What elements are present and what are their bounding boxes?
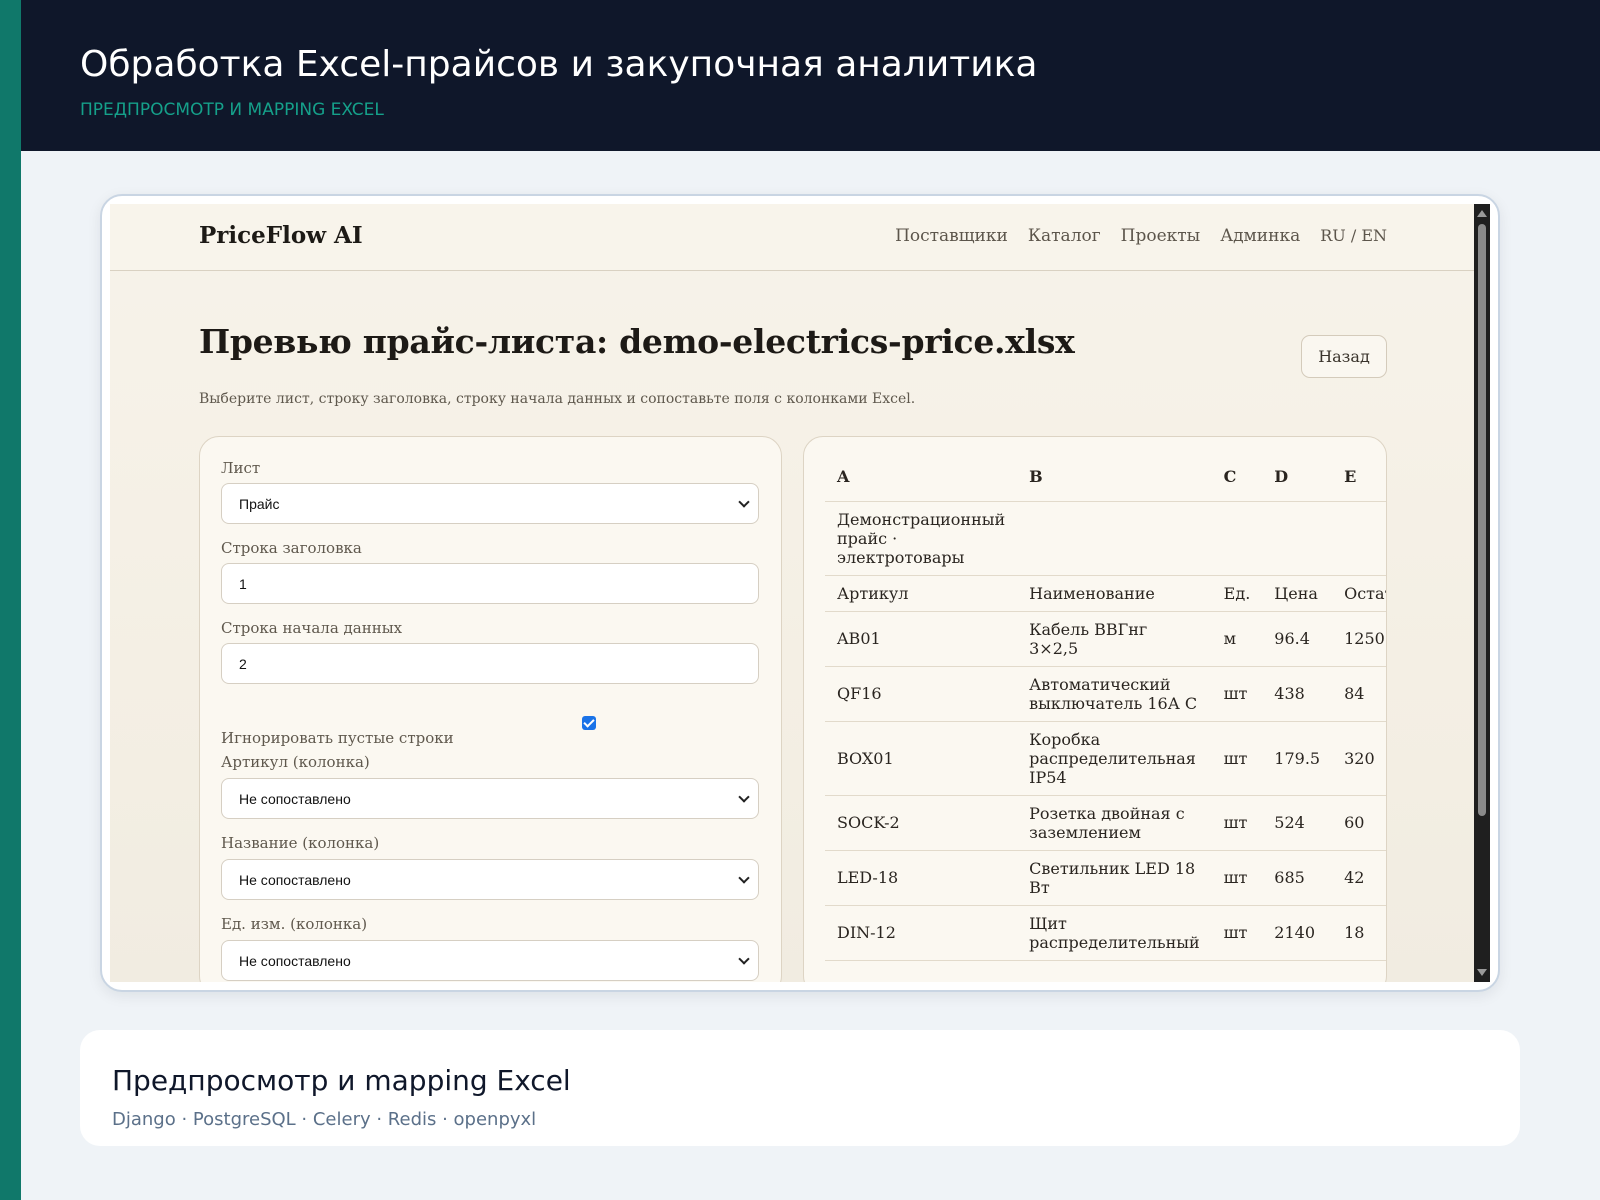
nav-catalog[interactable]: Каталог [1028, 226, 1101, 246]
ignore-empty-checkbox[interactable] [582, 716, 596, 730]
unit-column-label: Ед. изм. (колонка) [221, 915, 368, 933]
name-column-label: Название (колонка) [221, 834, 380, 852]
table-cell: LED-18 [825, 850, 1018, 906]
sheet-label: Лист [221, 459, 261, 477]
table-cell: SOCK-2 [825, 795, 1018, 851]
table-row: Демонстрационный прайс · электротовары [825, 501, 1386, 576]
table-cell: шт [1211, 721, 1263, 796]
table-row: SOCK-2 Розетка двойная с заземлением шт … [825, 795, 1386, 851]
table-cell: 84 [1332, 666, 1386, 722]
table-row: DIN-12 Щит распределительный шт 2140 18 [825, 905, 1386, 961]
column-header: B [1017, 453, 1212, 502]
table-row: AB01 Кабель ВВГнг 3×2,5 м 96.4 1250 [825, 611, 1386, 667]
scroll-up-arrow-icon[interactable] [1477, 210, 1487, 217]
table-cell: шт [1211, 666, 1263, 722]
table-cell [1211, 501, 1263, 576]
table-cell: DIN-12 [825, 905, 1018, 961]
top-banner: Обработка Excel-прайсов и закупочная ана… [21, 0, 1600, 151]
caption-title: Предпросмотр и mapping Excel [112, 1064, 571, 1097]
table-cell: 42 [1332, 850, 1386, 906]
screenshot-frame: PriceFlow AI Поставщики Каталог Проекты … [100, 194, 1500, 992]
table-cell: 320 [1332, 721, 1386, 796]
table-cell [1332, 501, 1386, 576]
ignore-empty-label: Игнорировать пустые строки [221, 729, 454, 747]
nav-suppliers[interactable]: Поставщики [895, 226, 1008, 246]
header-row-input[interactable]: 1 [221, 563, 759, 604]
table-cell [1017, 501, 1212, 576]
table-cell: Светильник LED 18 Вт [1017, 850, 1212, 906]
scroll-thumb[interactable] [1478, 224, 1486, 816]
sheet-select[interactable]: Прайс [221, 483, 759, 524]
caption-card: Предпросмотр и mapping Excel Django · Po… [80, 1030, 1520, 1146]
excel-preview-table: A B C D E Демонстрационный прайс · элект… [825, 453, 1386, 961]
language-switcher[interactable]: RU / EN [1320, 226, 1387, 246]
page-description: Выберите лист, строку заголовка, строку … [199, 391, 916, 407]
table-cell: шт [1211, 905, 1263, 961]
scroll-down-arrow-icon[interactable] [1477, 969, 1487, 976]
column-header: D [1262, 453, 1333, 502]
table-cell: Цена [1262, 575, 1333, 612]
table-cell: 1250 [1332, 611, 1386, 667]
table-cell: Щит распределительный [1017, 905, 1212, 961]
table-cell: Коробка распределительная IP54 [1017, 721, 1212, 796]
app-navbar: PriceFlow AI Поставщики Каталог Проекты … [110, 204, 1475, 271]
table-row: LED-18 Светильник LED 18 Вт шт 685 42 [825, 850, 1386, 906]
excel-preview-panel: A B C D E Демонстрационный прайс · элект… [803, 436, 1387, 982]
table-cell [1262, 501, 1333, 576]
table-cell: 438 [1262, 666, 1333, 722]
table-cell: Остаток [1332, 575, 1386, 612]
brand-logo[interactable]: PriceFlow AI [199, 222, 363, 249]
table-cell: м [1211, 611, 1263, 667]
column-header: C [1211, 453, 1263, 502]
table-cell: Артикул [825, 575, 1018, 612]
nav-links: Поставщики Каталог Проекты Админка RU / … [895, 226, 1387, 246]
article-column-select[interactable]: Не сопоставлено [221, 778, 759, 819]
table-cell: Кабель ВВГнг 3×2,5 [1017, 611, 1212, 667]
page-title: Превью прайс-листа: demo-electrics-price… [199, 322, 1075, 361]
table-cell: шт [1211, 795, 1263, 851]
table-cell: Демонстрационный прайс · электротовары [825, 501, 1018, 576]
mapping-form-panel: Лист Прайс Строка заголовка 1 Строка нач… [199, 436, 782, 982]
table-row: QF16 Автоматический выключатель 16А C шт… [825, 666, 1386, 722]
tech-stack: Django · PostgreSQL · Celery · Redis · o… [112, 1109, 537, 1130]
table-cell: AB01 [825, 611, 1018, 667]
back-button[interactable]: Назад [1301, 335, 1387, 378]
table-cell: 60 [1332, 795, 1386, 851]
table-header-row: A B C D E [825, 453, 1386, 502]
nav-admin[interactable]: Админка [1220, 226, 1300, 246]
nav-projects[interactable]: Проекты [1121, 226, 1201, 246]
app-window: PriceFlow AI Поставщики Каталог Проекты … [110, 204, 1490, 982]
table-cell: 524 [1262, 795, 1333, 851]
table-cell: шт [1211, 850, 1263, 906]
table-cell: 685 [1262, 850, 1333, 906]
table-cell: Розетка двойная с заземлением [1017, 795, 1212, 851]
table-cell: 96.4 [1262, 611, 1333, 667]
banner-subtitle: Предпросмотр и mapping Excel [80, 100, 384, 120]
data-start-input[interactable]: 2 [221, 643, 759, 684]
unit-column-select[interactable]: Не сопоставлено [221, 940, 759, 981]
column-header: A [825, 453, 1018, 502]
table-cell: Наименование [1017, 575, 1212, 612]
header-row-label: Строка заголовка [221, 539, 362, 557]
table-cell: QF16 [825, 666, 1018, 722]
table-row: Артикул Наименование Ед. Цена Остаток [825, 575, 1386, 612]
vertical-scrollbar[interactable] [1474, 204, 1490, 982]
accent-bar [0, 0, 21, 1200]
table-cell: 2140 [1262, 905, 1333, 961]
column-header: E [1332, 453, 1386, 502]
table-cell: BOX01 [825, 721, 1018, 796]
banner-title: Обработка Excel-прайсов и закупочная ана… [80, 44, 1038, 85]
table-cell: Автоматический выключатель 16А C [1017, 666, 1212, 722]
table-cell: Ед. [1211, 575, 1263, 612]
table-cell: 179.5 [1262, 721, 1333, 796]
name-column-select[interactable]: Не сопоставлено [221, 859, 759, 900]
table-cell: 18 [1332, 905, 1386, 961]
table-row: BOX01 Коробка распределительная IP54 шт … [825, 721, 1386, 796]
article-column-label: Артикул (колонка) [221, 753, 370, 771]
data-start-label: Строка начала данных [221, 619, 403, 637]
